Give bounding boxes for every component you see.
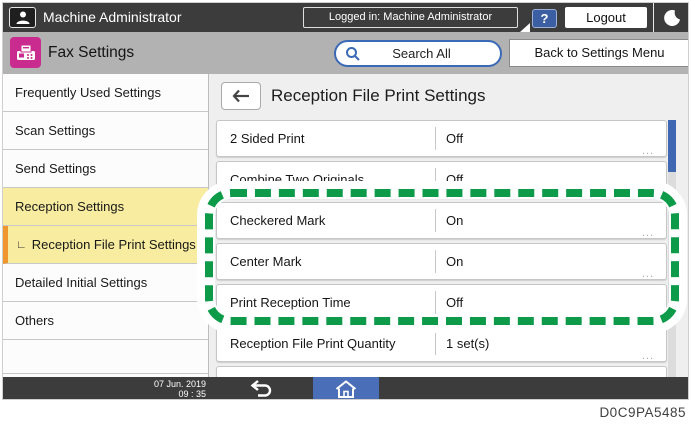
setting-value: On xyxy=(436,203,463,238)
sidebar-item-detailed-initial-settings[interactable]: Detailed Initial Settings xyxy=(3,264,208,302)
figure-code: D0C9PA5485 xyxy=(599,405,686,420)
sidebar-item-others[interactable]: Others xyxy=(3,302,208,340)
back-arrow-icon xyxy=(231,89,251,103)
setting-label: Print Reception Time xyxy=(217,285,435,320)
setting-value: Off xyxy=(436,121,463,156)
search-all-button[interactable]: Search All xyxy=(334,40,502,67)
setting-row-print-reception-time[interactable]: Print Reception Time Off ... xyxy=(216,284,667,321)
setting-row-reception-file-print-quantity[interactable]: Reception File Print Quantity 1 set(s) .… xyxy=(216,325,667,362)
fax-icon-glyph xyxy=(15,42,37,64)
search-label: Search All xyxy=(361,46,500,61)
app-title: Fax Settings xyxy=(48,32,134,74)
setting-row-combine-two-originals[interactable]: Combine Two Originals Off ... xyxy=(216,161,667,198)
setting-value: Off xyxy=(436,285,463,320)
logout-button[interactable]: Logout xyxy=(565,7,647,28)
sidebar-item-label: Others xyxy=(15,313,54,328)
screenshot-stage: Machine Administrator Logged in: Machine… xyxy=(0,0,691,427)
datetime-display: 07 Jun. 2019 09 : 35 xyxy=(3,379,206,399)
setting-value: 1 set(s) xyxy=(436,326,489,361)
fax-icon xyxy=(10,37,41,68)
page-title: Reception File Print Settings xyxy=(271,82,486,110)
sidebar-item-scan-settings[interactable]: Scan Settings xyxy=(3,112,208,150)
dropdown-triangle-icon xyxy=(520,23,530,32)
help-button[interactable]: ? xyxy=(532,9,557,28)
setting-label: Checkered Mark xyxy=(217,203,435,238)
ellipsis-icon: ... xyxy=(642,228,654,238)
device-screen: Machine Administrator Logged in: Machine… xyxy=(2,2,689,400)
settings-sidebar: Frequently Used Settings Scan Settings S… xyxy=(3,74,209,377)
search-icon xyxy=(345,46,361,62)
moon-icon xyxy=(663,9,681,27)
ellipsis-icon: ... xyxy=(642,269,654,279)
home-icon xyxy=(334,380,358,399)
bottom-bar: 07 Jun. 2019 09 : 35 xyxy=(3,377,689,400)
sidebar-item-frequently-used-settings[interactable]: Frequently Used Settings xyxy=(3,74,208,112)
settings-list: 2 Sided Print Off ... Combine Two Origin… xyxy=(216,120,667,377)
sidebar-item-reception-file-print-settings[interactable]: ∟ Reception File Print Settings xyxy=(3,226,208,264)
sidebar-item-label: Detailed Initial Settings xyxy=(15,275,147,290)
topbar-separator xyxy=(653,3,654,32)
sidebar-item-send-settings[interactable]: Send Settings xyxy=(3,150,208,188)
setting-row-center-mark[interactable]: Center Mark On ... xyxy=(216,243,667,280)
ellipsis-icon: ... xyxy=(642,187,654,197)
top-bar: Machine Administrator Logged in: Machine… xyxy=(3,3,689,32)
scrollbar-track[interactable] xyxy=(668,120,676,377)
sidebar-item-label: Send Settings xyxy=(15,161,96,176)
sidebar-empty-area xyxy=(3,340,208,374)
energy-saver-button[interactable] xyxy=(659,6,685,29)
ellipsis-icon: ... xyxy=(642,310,654,320)
ellipsis-icon: ... xyxy=(642,351,654,361)
back-button[interactable] xyxy=(221,82,261,110)
user-name-label: Machine Administrator xyxy=(43,3,182,32)
logged-in-dropdown[interactable]: Logged in: Machine Administrator xyxy=(303,7,518,28)
undo-icon xyxy=(248,380,274,398)
sidebar-item-label: Reception File Print Settings xyxy=(32,237,196,252)
ellipsis-icon: ... xyxy=(642,146,654,156)
setting-value: Off xyxy=(436,162,463,197)
scrollbar-thumb[interactable] xyxy=(668,120,676,172)
sidebar-item-label: Reception Settings xyxy=(15,199,124,214)
user-icon-glyph xyxy=(15,10,31,25)
sub-item-prefix: ∟ xyxy=(16,239,27,251)
sidebar-item-label: Scan Settings xyxy=(15,123,95,138)
setting-row-checkered-mark[interactable]: Checkered Mark On ... xyxy=(216,202,667,239)
user-icon[interactable] xyxy=(9,7,36,28)
setting-row-2-sided-print[interactable]: 2 Sided Print Off ... xyxy=(216,120,667,157)
sidebar-item-reception-settings[interactable]: Reception Settings xyxy=(3,188,208,226)
time-label: 09 : 35 xyxy=(3,389,206,399)
setting-label: Center Mark xyxy=(217,244,435,279)
setting-row-partial[interactable] xyxy=(216,366,667,377)
date-label: 07 Jun. 2019 xyxy=(3,379,206,389)
setting-label: Combine Two Originals xyxy=(217,162,435,197)
home-button[interactable] xyxy=(313,377,379,400)
app-bar: Fax Settings Search All Back to Settings… xyxy=(3,32,689,74)
setting-value: On xyxy=(436,244,463,279)
sidebar-item-label: Frequently Used Settings xyxy=(15,85,161,100)
main-panel: Reception File Print Settings 2 Sided Pr… xyxy=(210,74,689,377)
return-button[interactable] xyxy=(245,379,277,399)
back-to-settings-menu-button[interactable]: Back to Settings Menu xyxy=(509,39,689,67)
setting-label: 2 Sided Print xyxy=(217,121,435,156)
setting-label: Reception File Print Quantity xyxy=(217,326,435,361)
